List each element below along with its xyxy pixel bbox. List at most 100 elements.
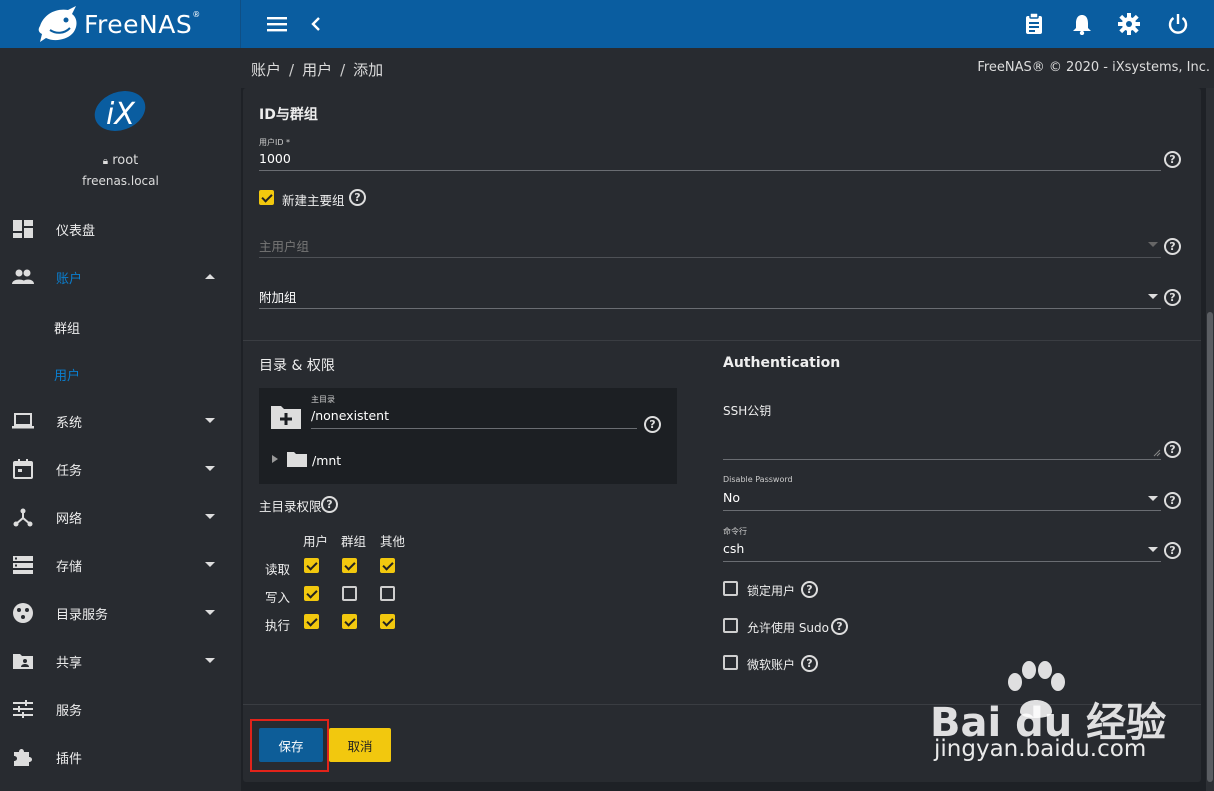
ssh-key-underline (723, 459, 1161, 460)
auth-title: Authentication (723, 355, 841, 371)
chevron-left-icon[interactable] (304, 12, 328, 36)
ix-logo-icon: iX (94, 91, 146, 132)
perm-read-other-checkbox[interactable] (380, 558, 395, 573)
home-dir-label: 主目录 (311, 395, 335, 404)
nav-network[interactable]: 网络 (0, 493, 241, 541)
breadcrumb: 账户 / 用户 / 添加 (251, 61, 384, 79)
top-bar: FreeNAS® (0, 0, 1214, 48)
lock-user-checkbox[interactable] (723, 581, 738, 596)
perm-exec-other-checkbox[interactable] (380, 614, 395, 629)
chevron-down-icon (205, 466, 215, 471)
help-icon[interactable]: ? (1164, 542, 1181, 559)
tree-item-mnt[interactable]: /mnt (312, 453, 341, 468)
dashboard-icon (13, 220, 33, 238)
perm-row-exec: 执行 (265, 618, 291, 633)
perm-read-user-checkbox[interactable] (304, 558, 319, 573)
nav-dashboard[interactable]: 仪表盘 (0, 205, 241, 253)
expand-arrow-icon[interactable] (272, 455, 278, 463)
help-icon[interactable]: ? (644, 416, 661, 433)
nav-system[interactable]: 系统 (0, 397, 241, 445)
uid-underline (259, 170, 1161, 171)
ssh-key-label: SSH公钥 (723, 404, 772, 418)
chevron-down-icon (1148, 496, 1158, 501)
shark-logo-icon (38, 6, 77, 42)
chevron-down-icon (205, 418, 215, 423)
aux-group-underline (259, 308, 1161, 309)
nav-directory-services[interactable]: 目录服务 (0, 589, 241, 637)
perm-col-other: 其他 (380, 534, 406, 549)
microsoft-account-label: 微软账户 (747, 658, 796, 672)
logo-text: FreeNAS® (84, 9, 201, 39)
laptop-icon (12, 413, 34, 429)
resize-handle-icon[interactable] (1153, 449, 1161, 457)
nav-services[interactable]: 服务 (0, 685, 241, 733)
home-perm-title: 主目录权限 (259, 499, 322, 514)
baidu-watermark: Bai du 经验 jingyan.baidu.com (930, 660, 1190, 770)
microsoft-account-checkbox[interactable] (723, 655, 738, 670)
perm-exec-user-checkbox[interactable] (304, 614, 319, 629)
disable-password-underline (723, 510, 1161, 511)
chevron-down-icon (205, 610, 215, 615)
gear-icon[interactable] (1117, 12, 1141, 36)
freenas-logo[interactable]: FreeNAS® (0, 0, 241, 48)
bell-icon[interactable] (1070, 12, 1094, 36)
help-icon[interactable]: ? (349, 189, 366, 206)
folder-add-icon[interactable] (270, 404, 302, 430)
nav-sharing[interactable]: 共享 (0, 637, 241, 685)
help-icon[interactable]: ? (1164, 441, 1181, 458)
allow-sudo-checkbox[interactable] (723, 618, 738, 633)
copyright: FreeNAS® © 2020 - iXsystems, Inc. (977, 60, 1210, 75)
shell-select[interactable]: csh (723, 541, 744, 556)
scrollbar-thumb[interactable] (1207, 312, 1213, 782)
power-icon[interactable] (1166, 12, 1190, 36)
sidebar: iX 🔒︎ root freenas.local 仪表盘 账户 群组 用户 系统… (0, 48, 241, 791)
help-icon[interactable]: ? (1164, 289, 1181, 306)
perm-read-group-checkbox[interactable] (342, 558, 357, 573)
share-folder-icon (13, 654, 33, 669)
dir-perm-title: 目录 & 权限 (259, 358, 335, 374)
perm-write-group-checkbox[interactable] (342, 586, 357, 601)
chevron-down-icon (1148, 294, 1158, 299)
home-dir-input[interactable]: /nonexistent (311, 408, 389, 423)
hamburger-icon[interactable] (265, 12, 289, 36)
help-icon[interactable]: ? (801, 655, 818, 672)
help-icon[interactable]: ? (831, 618, 848, 635)
perm-write-user-checkbox[interactable] (304, 586, 319, 601)
help-icon[interactable]: ? (801, 581, 818, 598)
chevron-up-icon (205, 274, 215, 279)
user-box: iX 🔒︎ root freenas.local (0, 48, 241, 208)
storage-icon (13, 556, 33, 574)
nav-users[interactable]: 用户 (54, 365, 80, 384)
aux-group-select[interactable]: 附加组 (259, 287, 297, 306)
allow-sudo-label: 允许使用 Sudo (747, 621, 829, 635)
nav-plugins[interactable]: 插件 (0, 733, 241, 781)
ssh-key-textarea[interactable] (723, 418, 1161, 458)
nav-accounts[interactable]: 账户 (0, 253, 241, 301)
breadcrumb-accounts[interactable]: 账户 (251, 61, 281, 79)
people-icon (12, 269, 34, 284)
help-icon[interactable]: ? (321, 496, 338, 513)
perm-write-other-checkbox[interactable] (380, 586, 395, 601)
breadcrumb-users[interactable]: 用户 (302, 61, 332, 79)
primary-group-underline (259, 257, 1161, 258)
help-icon[interactable]: ? (1164, 238, 1181, 255)
lock-user-label: 锁定用户 (747, 584, 796, 598)
primary-group-select[interactable]: 主用户组 (259, 236, 309, 255)
username: 🔒︎ root (102, 153, 139, 168)
disable-password-select[interactable]: No (723, 490, 740, 505)
nav-tasks[interactable]: 任务 (0, 445, 241, 493)
highlight-box (250, 719, 329, 772)
uid-input[interactable]: 1000 (259, 151, 291, 166)
help-icon[interactable]: ? (1164, 151, 1181, 168)
new-primary-group-checkbox[interactable] (259, 190, 274, 205)
help-icon[interactable]: ? (1164, 492, 1181, 509)
topbar-divider (240, 0, 241, 48)
perm-exec-group-checkbox[interactable] (342, 614, 357, 629)
home-dir-underline (311, 428, 637, 429)
nav-storage[interactable]: 存储 (0, 541, 241, 589)
cancel-button[interactable]: 取消 (329, 728, 391, 762)
puzzle-icon (14, 749, 32, 766)
folder-icon (287, 452, 307, 467)
nav-groups[interactable]: 群组 (54, 318, 80, 337)
clipboard-icon[interactable] (1022, 12, 1046, 36)
